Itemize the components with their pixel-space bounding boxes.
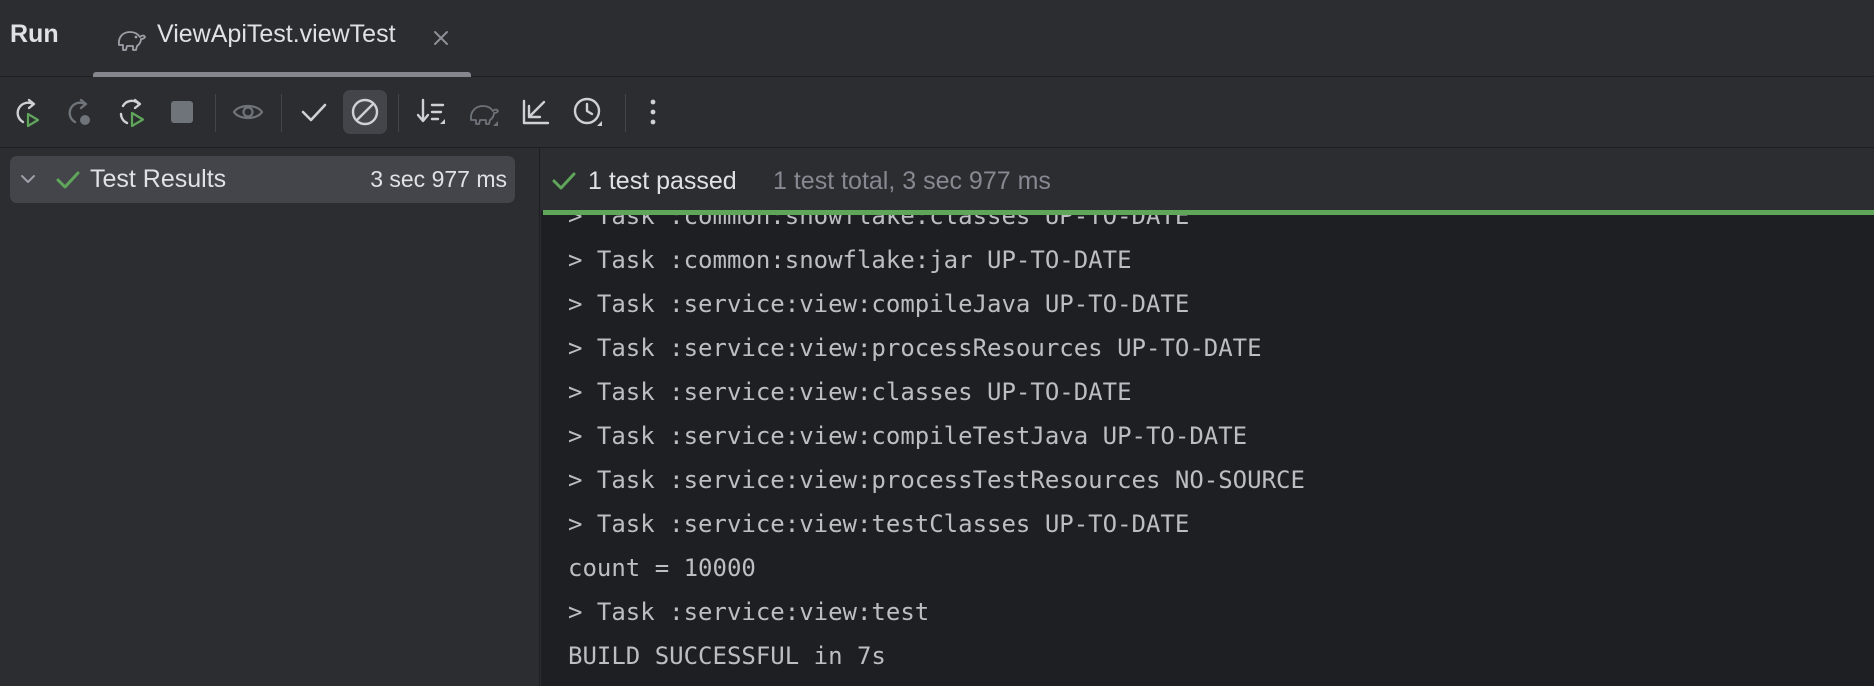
passed-check-icon — [551, 168, 577, 194]
console-line: BUILD SUCCESSFUL in 7s — [568, 642, 886, 670]
stop-button[interactable] — [160, 90, 204, 134]
active-tab-indicator — [93, 72, 471, 77]
rerun-button[interactable] — [5, 90, 49, 134]
close-icon[interactable] — [430, 27, 452, 49]
run-tool-window-header: Run ViewApiTest.viewTest — [0, 0, 1874, 77]
tab-view-api-test[interactable]: ViewApiTest.viewTest — [93, 0, 471, 77]
console-line: > Task :service:view:processResources UP… — [568, 334, 1262, 362]
show-ignored-button[interactable] — [343, 90, 387, 134]
rerun-failed-button[interactable] — [57, 90, 101, 134]
check-icon — [301, 103, 327, 122]
stop-icon — [171, 101, 193, 123]
console-panel: 1 test passed 1 test total, 3 sec 977 ms… — [541, 148, 1874, 686]
console-line: > Task :service:view:processTestResource… — [568, 466, 1305, 494]
toolbar-separator — [281, 94, 282, 132]
test-tree-panel: Test Results 3 sec 977 ms — [0, 148, 540, 686]
run-title: Run — [10, 20, 59, 48]
test-runner-toolbar — [0, 78, 1874, 148]
tree-item-label: Test Results — [90, 165, 227, 193]
chevron-down-icon[interactable] — [18, 169, 38, 189]
passed-check-icon — [54, 166, 82, 194]
toolbar-separator — [215, 94, 216, 132]
sort-icon — [416, 98, 445, 124]
console-line: > Task :service:view:classes UP-TO-DATE — [568, 378, 1132, 406]
history-clock-icon — [573, 97, 602, 126]
console-line: > Task :service:view:testClasses UP-TO-D… — [568, 510, 1190, 538]
show-passed-button[interactable] — [226, 90, 270, 134]
import-tests-button[interactable] — [514, 90, 558, 134]
console-line: > Task :common:snowflake:classes UP-TO-D… — [568, 215, 1190, 230]
console-output[interactable]: > Task :common:snowflake:classes UP-TO-D… — [541, 215, 1874, 686]
console-line: > Task :service:view:compileTestJava UP-… — [568, 422, 1248, 450]
arrow-down-left-icon — [522, 99, 550, 125]
tree-item-test-results[interactable]: Test Results 3 sec 977 ms — [10, 156, 515, 203]
status-detail-text: 1 test total, 3 sec 977 ms — [773, 167, 1051, 195]
status-passed-text: 1 test passed — [588, 167, 737, 195]
eye-icon — [232, 104, 264, 120]
gradle-icon — [470, 105, 499, 126]
tree-item-duration: 3 sec 977 ms — [370, 166, 507, 192]
toggle-auto-test-button[interactable] — [109, 90, 153, 134]
test-history-button[interactable] — [566, 90, 610, 134]
circle-slash-icon — [351, 98, 379, 126]
console-line: > Task :common:snowflake:jar UP-TO-DATE — [568, 246, 1132, 274]
test-status-bar: 1 test passed 1 test total, 3 sec 977 ms — [541, 148, 1874, 211]
gradle-button[interactable] — [462, 90, 506, 134]
toolbar-separator — [398, 94, 399, 132]
console-lines: > Task :common:snowflake:classes UP-TO-D… — [568, 215, 1305, 678]
sort-button[interactable] — [409, 90, 453, 134]
toolbar-separator — [625, 94, 626, 132]
console-line: count = 10000 — [568, 554, 756, 582]
rerun-icon — [16, 98, 40, 128]
show-passed-check-button[interactable] — [292, 90, 336, 134]
more-options-button[interactable] — [631, 90, 675, 134]
console-line: > Task :service:view:test — [568, 598, 930, 626]
rerun-automatically-icon — [119, 98, 145, 128]
gradle-elephant-icon — [115, 23, 147, 53]
tab-label: ViewApiTest.viewTest — [157, 20, 396, 48]
more-vertical-icon — [650, 99, 656, 125]
console-line: > Task :service:view:compileJava UP-TO-D… — [568, 290, 1190, 318]
rerun-failed-icon — [68, 98, 90, 125]
